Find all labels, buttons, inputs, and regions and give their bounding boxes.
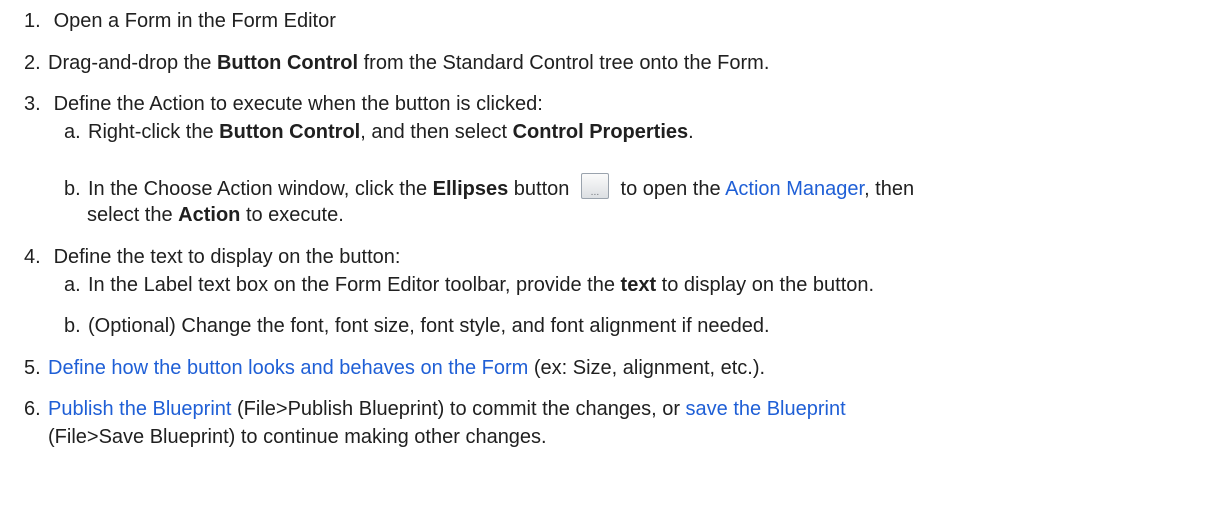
ellipsis-button-icon: ... bbox=[580, 173, 609, 199]
step-4: 4. Define the text to display on the but… bbox=[24, 243, 400, 271]
step-6-continued: (File>Save Blueprint) to continue making… bbox=[48, 423, 547, 451]
bold-term: text bbox=[620, 274, 657, 296]
substep-text: , then bbox=[864, 178, 915, 200]
step-text: Define the Action to execute when the bu… bbox=[53, 93, 543, 115]
step-3b: b. In the Choose Action window, click the… bbox=[64, 173, 914, 203]
bold-term: Button Control bbox=[216, 52, 359, 74]
substep-text: (Optional) Change the font, font size, f… bbox=[88, 315, 770, 337]
step-5: 5. Define how the button looks and behave… bbox=[24, 354, 765, 382]
step-3: 3. Define the Action to execute when the… bbox=[24, 90, 543, 118]
substep-text: In the Label text box on the Form Editor… bbox=[88, 274, 621, 296]
step-number: 3. bbox=[24, 93, 41, 115]
step-text: (File>Save Blueprint) to continue making… bbox=[48, 426, 547, 448]
bold-term: Control Properties bbox=[512, 121, 689, 143]
action-manager-link[interactable]: Action Manager bbox=[725, 178, 864, 200]
step-6: 6. Publish the Blueprint (File>Publish Bl… bbox=[24, 395, 846, 423]
substep-letter: a. bbox=[64, 121, 81, 143]
substep-text: button bbox=[508, 178, 575, 200]
step-text: (File>Publish Blueprint) to commit the c… bbox=[231, 398, 686, 420]
bold-term: Action bbox=[178, 204, 241, 226]
step-number: 2. bbox=[24, 52, 41, 74]
step-1: 1. Open a Form in the Form Editor bbox=[24, 7, 336, 35]
step-text: Define the text to display on the button… bbox=[53, 246, 401, 268]
substep-text: Right-click the bbox=[88, 121, 220, 143]
step-text: (ex: Size, alignment, etc.). bbox=[528, 357, 766, 379]
define-button-look-link[interactable]: Define how the button looks and behaves … bbox=[48, 357, 528, 379]
bold-term: Ellipses bbox=[432, 178, 509, 200]
step-text: Drag-and-drop the bbox=[48, 52, 217, 74]
substep-letter: a. bbox=[64, 274, 81, 296]
ellipsis-glyph: ... bbox=[590, 188, 600, 198]
step-3a: a. Right-click the Button Control, and th… bbox=[64, 118, 694, 146]
substep-text: to display on the button. bbox=[656, 274, 875, 296]
save-blueprint-link[interactable]: save the Blueprint bbox=[686, 398, 846, 420]
step-3b-continued: select the Action to execute. bbox=[87, 201, 344, 229]
substep-text: . bbox=[688, 121, 694, 143]
step-text: from the Standard Control tree onto the … bbox=[358, 52, 770, 74]
substep-text: to open the bbox=[614, 178, 726, 200]
substep-letter: b. bbox=[64, 315, 81, 337]
substep-text: In the Choose Action window, click the bbox=[88, 178, 433, 200]
instruction-document: 1. Open a Form in the Form Editor 2. Drag… bbox=[0, 0, 1222, 508]
step-number: 6. bbox=[24, 398, 41, 420]
step-4a: a. In the Label text box on the Form Edit… bbox=[64, 271, 874, 299]
step-number: 1. bbox=[24, 10, 41, 32]
step-4b: b. (Optional) Change the font, font size,… bbox=[64, 312, 770, 340]
step-number: 5. bbox=[24, 357, 41, 379]
publish-blueprint-link[interactable]: Publish the Blueprint bbox=[48, 398, 231, 420]
substep-text: select the bbox=[87, 204, 179, 226]
substep-text: to execute. bbox=[240, 204, 344, 226]
step-text: Open a Form in the Form Editor bbox=[53, 10, 336, 32]
step-2: 2. Drag-and-drop the Button Control from … bbox=[24, 49, 769, 77]
substep-letter: b. bbox=[64, 178, 81, 200]
bold-term: Button Control bbox=[219, 121, 361, 143]
substep-text: , and then select bbox=[360, 121, 513, 143]
step-number: 4. bbox=[24, 246, 41, 268]
